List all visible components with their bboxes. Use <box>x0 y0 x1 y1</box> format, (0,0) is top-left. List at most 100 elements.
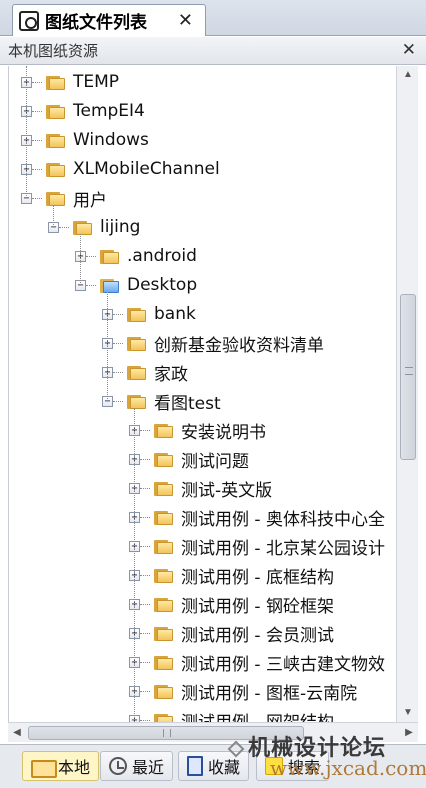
bottom-tab-bar: 本地 最近 收藏 搜索 <box>0 744 426 788</box>
tree-node[interactable]: + 测试用例 - 钢砼框架 <box>129 591 334 617</box>
folder-icon <box>127 306 147 322</box>
tree-guide-line <box>107 292 108 401</box>
tab-title: 图纸文件列表 <box>45 13 147 33</box>
tree-node-label: 测试用例 - 底框结构 <box>181 567 334 588</box>
tree-node-label: 测试用例 - 北京某公园设计 <box>181 538 385 559</box>
grip-icon <box>405 367 413 375</box>
app-icon <box>19 10 39 31</box>
tree-node[interactable]: + 测试用例 - 北京某公园设计 <box>129 533 385 559</box>
tree-node[interactable]: + XLMobileChannel <box>21 156 220 182</box>
tree-node[interactable]: + Windows <box>21 127 149 153</box>
tree-node-label: 测试用例 - 图框-云南院 <box>181 683 358 704</box>
tree-node[interactable]: + 测试用例 - 奥体科技中心全 <box>129 504 385 530</box>
tree-connector <box>86 284 96 286</box>
tree-node-label: 测试-英文版 <box>181 480 273 501</box>
vertical-scrollbar[interactable]: ▲ ▼ <box>396 66 418 722</box>
folder-icon <box>46 132 66 148</box>
grip-icon <box>163 729 171 737</box>
folder-icon <box>154 422 174 438</box>
tree-connector <box>32 110 42 112</box>
tree-connector <box>140 545 150 547</box>
tree-node-label: TEMP <box>73 72 120 92</box>
folder-icon <box>46 190 66 206</box>
tab-favorites[interactable]: 收藏 <box>178 751 250 781</box>
folder-icon <box>154 509 174 525</box>
scroll-down-arrow-icon[interactable]: ▼ <box>397 704 419 722</box>
tree-node-label: Windows <box>73 130 149 150</box>
tree-connector <box>140 429 150 431</box>
tree-connector <box>32 197 42 199</box>
panel-title: 本机图纸资源 <box>8 42 99 60</box>
tree-node[interactable]: − Desktop <box>75 272 197 298</box>
tree-node[interactable]: + 测试-英文版 <box>129 475 272 501</box>
tree-connector <box>140 632 150 634</box>
scroll-up-arrow-icon[interactable]: ▲ <box>397 66 419 84</box>
tree-node[interactable]: + 创新基金验收资料清单 <box>102 330 324 356</box>
tree-node[interactable]: + 测试用例 - 图框-云南院 <box>129 678 357 704</box>
folder-icon <box>154 683 174 699</box>
tree-connector <box>32 81 42 83</box>
tree-node-label: 测试用例 - 网架结构 <box>181 708 334 723</box>
tree-connector <box>140 516 150 518</box>
panel-close-icon[interactable]: ✕ <box>402 40 416 60</box>
tree-node-label: 测试用例 - 三峡古建文物效 <box>181 654 385 675</box>
tree-connector <box>113 313 123 315</box>
tab-recent-label: 最近 <box>132 758 165 777</box>
tree-connector <box>140 661 150 663</box>
tree-node[interactable]: + 安装说明书 <box>129 417 266 443</box>
vertical-scroll-thumb[interactable] <box>400 294 416 460</box>
tree-connector <box>32 168 42 170</box>
tree-node[interactable]: + .android <box>75 243 197 269</box>
scroll-right-arrow-icon[interactable]: ▶ <box>400 723 418 743</box>
tree-connector <box>86 255 96 257</box>
folder-icon <box>154 625 174 641</box>
tree-node-label: 测试用例 - 钢砼框架 <box>181 596 334 617</box>
tree-node-label: 安装说明书 <box>181 422 266 443</box>
tree-node-label: 创新基金验收资料清单 <box>154 335 324 356</box>
tree-connector <box>140 719 150 721</box>
tree-guide-line <box>53 205 54 227</box>
tree-node[interactable]: − lijing <box>48 214 140 240</box>
panel-header: 本机图纸资源 ✕ <box>0 37 426 65</box>
tree-node[interactable]: − 看图test <box>102 388 221 414</box>
tree-node[interactable]: + TEMP <box>21 69 119 95</box>
tree-node[interactable]: + 测试用例 - 会员测试 <box>129 620 334 646</box>
folder-icon <box>46 74 66 90</box>
tree-connector <box>140 458 150 460</box>
folder-icon <box>154 538 174 554</box>
tab-close-icon[interactable]: ✕ <box>178 10 193 31</box>
tab-recent[interactable]: 最近 <box>100 751 174 781</box>
tree-node-label: 用户 <box>73 190 107 211</box>
tab-favorites-label: 收藏 <box>208 758 241 777</box>
tree-node[interactable]: +测试用例 - 网架结构 <box>129 707 334 722</box>
tree-node[interactable]: + TempEI4 <box>21 98 145 124</box>
tree-node[interactable]: + bank <box>102 301 196 327</box>
book-icon <box>187 756 203 776</box>
folder-icon <box>154 480 174 496</box>
tree-node[interactable]: + 测试用例 - 底框结构 <box>129 562 334 588</box>
tree-node-label: 测试用例 - 会员测试 <box>181 625 334 646</box>
tree-node-label: .android <box>127 246 197 266</box>
desktop-folder-icon <box>100 277 120 293</box>
scroll-left-arrow-icon[interactable]: ◀ <box>8 723 26 743</box>
horizontal-scroll-thumb[interactable] <box>28 726 304 740</box>
tree-connector <box>140 603 150 605</box>
folder-icon <box>154 451 174 467</box>
tree-connector <box>140 690 150 692</box>
tree-node[interactable]: + 测试问题 <box>129 446 249 472</box>
tree-node-label: 测试问题 <box>181 451 249 472</box>
horizontal-scrollbar[interactable]: ◀ ▶ <box>8 722 418 742</box>
drawing-list-tab[interactable]: 图纸文件列表 ✕ <box>12 4 206 36</box>
tree-node[interactable]: − 用户 <box>21 185 107 211</box>
tree-node-label: Desktop <box>127 275 198 295</box>
search-icon <box>265 757 283 775</box>
clock-icon <box>109 757 127 775</box>
folder-tree: + TEMP + TempEI4 + Windows + XLMobileChannel − 用户… <box>8 66 396 722</box>
tab-search[interactable]: 搜索 <box>256 751 330 781</box>
tab-local[interactable]: 本地 <box>22 751 100 781</box>
document-tab-bar: 图纸文件列表 ✕ <box>0 0 426 36</box>
tree-connector <box>32 139 42 141</box>
tree-node[interactable]: + 家政 <box>102 359 188 385</box>
tree-connector <box>113 400 123 402</box>
tree-node[interactable]: + 测试用例 - 三峡古建文物效 <box>129 649 385 675</box>
